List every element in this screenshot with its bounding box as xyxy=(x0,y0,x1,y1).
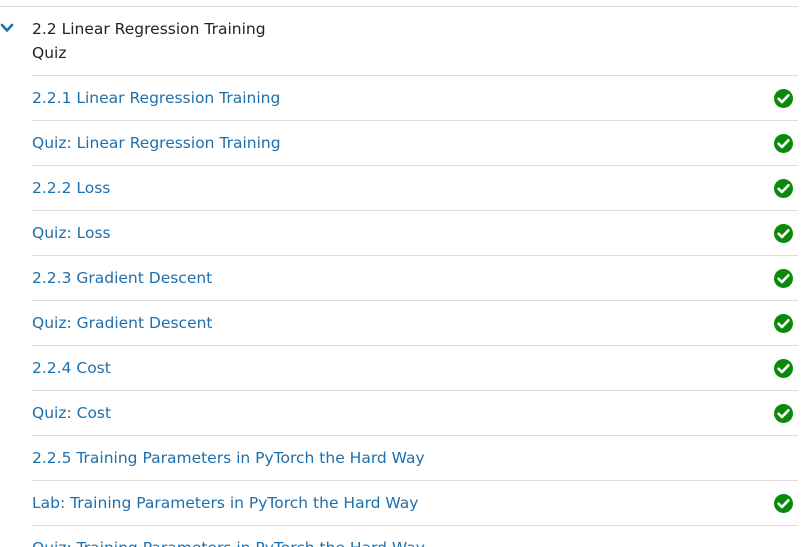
list-item: Quiz: Training Parameters in PyTorch the… xyxy=(32,525,798,547)
check-circle-icon xyxy=(773,493,794,514)
lesson-link[interactable]: Quiz: Cost xyxy=(32,402,111,424)
lesson-link[interactable]: Quiz: Linear Regression Training xyxy=(32,132,281,154)
list-item: 2.2.1 Linear Regression Training xyxy=(32,75,798,120)
list-item: Quiz: Linear Regression Training xyxy=(32,120,798,165)
list-item: 2.2.4 Cost xyxy=(32,345,798,390)
lesson-link[interactable]: Quiz: Training Parameters in PyTorch the… xyxy=(32,537,425,547)
check-circle-icon xyxy=(773,313,794,334)
lesson-link[interactable]: 2.2.1 Linear Regression Training xyxy=(32,87,280,109)
chevron-down-icon[interactable] xyxy=(0,20,14,34)
lesson-link[interactable]: 2.2.2 Loss xyxy=(32,177,110,199)
list-item: Quiz: Gradient Descent xyxy=(32,300,798,345)
check-circle-icon xyxy=(773,178,794,199)
lesson-link[interactable]: 2.2.4 Cost xyxy=(32,357,111,379)
check-circle-icon xyxy=(773,223,794,244)
lesson-link[interactable]: Quiz: Gradient Descent xyxy=(32,312,213,334)
divider xyxy=(0,6,798,7)
course-outline: 2.2 Linear Regression Training Quiz 2.2.… xyxy=(0,0,812,547)
lesson-list: 2.2.1 Linear Regression Training Quiz: Li… xyxy=(32,75,798,547)
check-circle-icon xyxy=(773,133,794,154)
section-subtitle: Quiz xyxy=(32,44,67,62)
list-item: 2.2.3 Gradient Descent xyxy=(32,255,798,300)
lesson-link[interactable]: Quiz: Loss xyxy=(32,222,111,244)
list-item: Lab: Training Parameters in PyTorch the … xyxy=(32,480,798,525)
list-item: Quiz: Loss xyxy=(32,210,798,255)
list-item: 2.2.5 Training Parameters in PyTorch the… xyxy=(32,435,798,480)
list-item: 2.2.2 Loss xyxy=(32,165,798,210)
lesson-link[interactable]: 2.2.5 Training Parameters in PyTorch the… xyxy=(32,447,425,469)
lesson-link[interactable]: Lab: Training Parameters in PyTorch the … xyxy=(32,492,418,514)
check-circle-icon xyxy=(773,268,794,289)
list-item: Quiz: Cost xyxy=(32,390,798,435)
lesson-link[interactable]: 2.2.3 Gradient Descent xyxy=(32,267,212,289)
section-title[interactable]: 2.2 Linear Regression Training xyxy=(32,18,266,40)
check-circle-icon xyxy=(773,358,794,379)
check-circle-icon xyxy=(773,88,794,109)
check-circle-icon xyxy=(773,403,794,424)
